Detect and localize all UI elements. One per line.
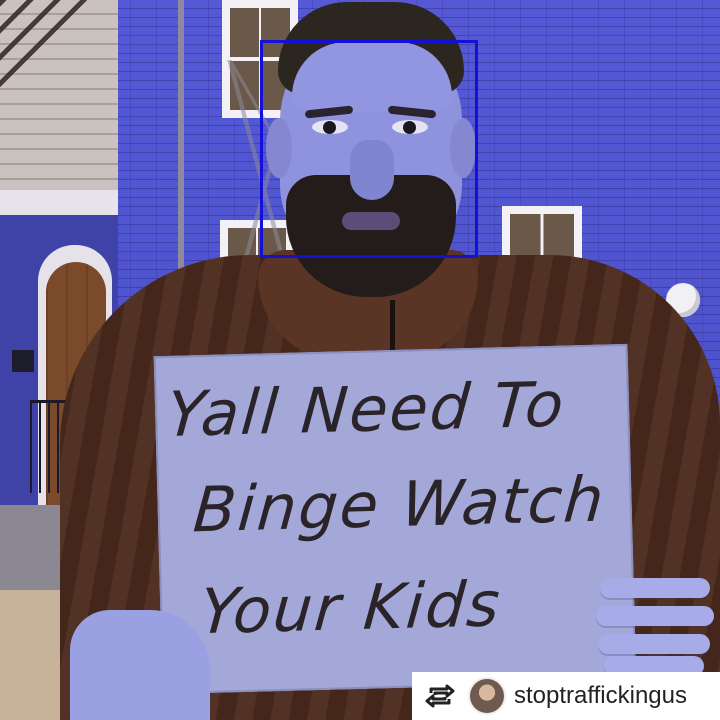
right-finger-1 — [600, 578, 710, 598]
left-hand — [70, 610, 210, 720]
account-handle[interactable]: stoptraffickingus — [514, 682, 687, 710]
photo-scene: Yall Need To Binge Watch Your Kids stopt… — [0, 0, 720, 720]
sign-line-1: Yall Need To — [164, 367, 569, 452]
mailbox — [12, 350, 34, 372]
avatar[interactable] — [468, 677, 506, 715]
sign-line-2: Binge Watch — [190, 462, 609, 547]
repost-badge[interactable]: stoptraffickingus — [412, 672, 720, 720]
repost-icon[interactable] — [420, 676, 460, 716]
right-finger-2 — [596, 606, 714, 626]
right-finger-3 — [598, 634, 710, 654]
cardboard-sign: Yall Need To Binge Watch Your Kids — [153, 343, 637, 695]
face-detection-box — [260, 40, 478, 258]
